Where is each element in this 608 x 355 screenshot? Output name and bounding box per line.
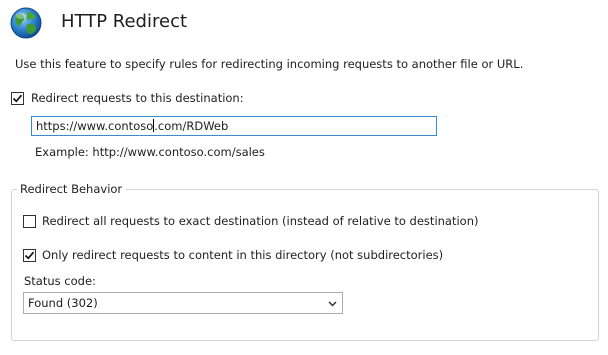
redirect-destination-label[interactable]: Redirect requests to this destination: <box>31 90 244 106</box>
checkmark-icon <box>12 94 23 103</box>
redirect-behavior-group <box>11 189 599 341</box>
exact-destination-checkbox[interactable] <box>23 215 36 228</box>
destination-url-input[interactable]: https://www.contoso.com/RDWeb <box>31 116 437 136</box>
checkmark-icon <box>24 251 35 260</box>
redirect-destination-checkbox[interactable] <box>11 92 24 105</box>
destination-example: Example: http://www.contoso.com/sales <box>35 145 265 159</box>
destination-url-prefix: https://www.contoso <box>36 119 154 133</box>
exact-destination-label[interactable]: Redirect all requests to exact destinati… <box>42 213 478 229</box>
destination-url-suffix: .com/RDWeb <box>154 119 229 133</box>
redirect-behavior-legend: Redirect Behavior <box>17 181 127 197</box>
feature-description: Use this feature to specify rules for re… <box>15 57 524 71</box>
status-code-select[interactable]: Found (302) <box>23 292 343 314</box>
directory-only-label[interactable]: Only redirect requests to content in thi… <box>42 247 443 263</box>
directory-only-checkbox[interactable] <box>23 249 36 262</box>
page-title: HTTP Redirect <box>61 11 188 32</box>
status-code-value: Found (302) <box>28 296 98 310</box>
status-code-label: Status code: <box>24 274 96 288</box>
globe-icon <box>9 6 43 40</box>
chevron-down-icon <box>328 301 337 307</box>
